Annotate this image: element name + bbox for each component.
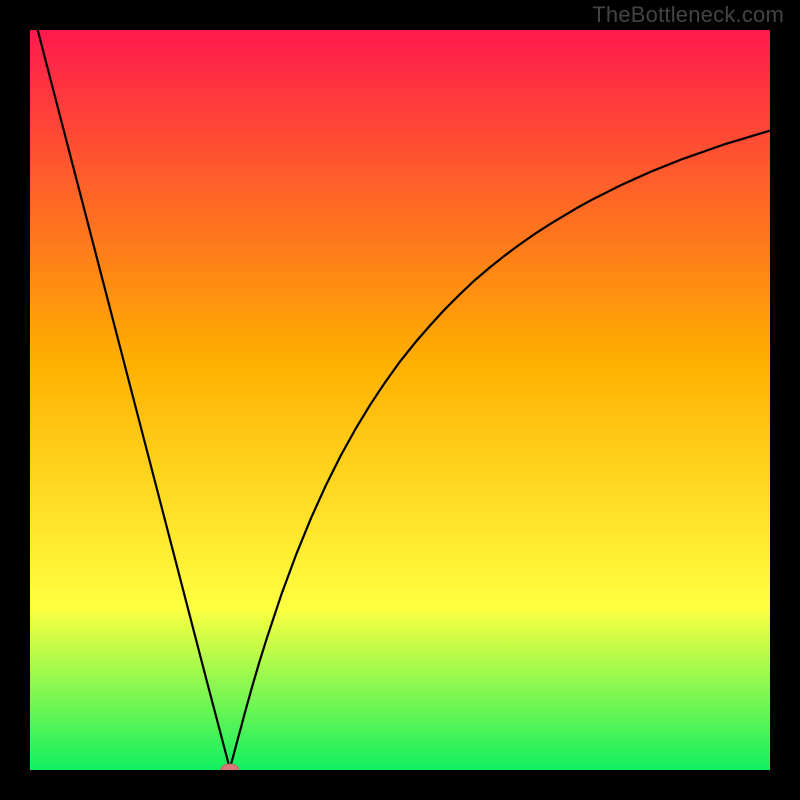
plot-area [30,30,770,770]
chart-frame: TheBottleneck.com [0,0,800,800]
watermark-text: TheBottleneck.com [592,2,784,28]
gradient-background [30,30,770,770]
bottleneck-curve-chart [30,30,770,770]
